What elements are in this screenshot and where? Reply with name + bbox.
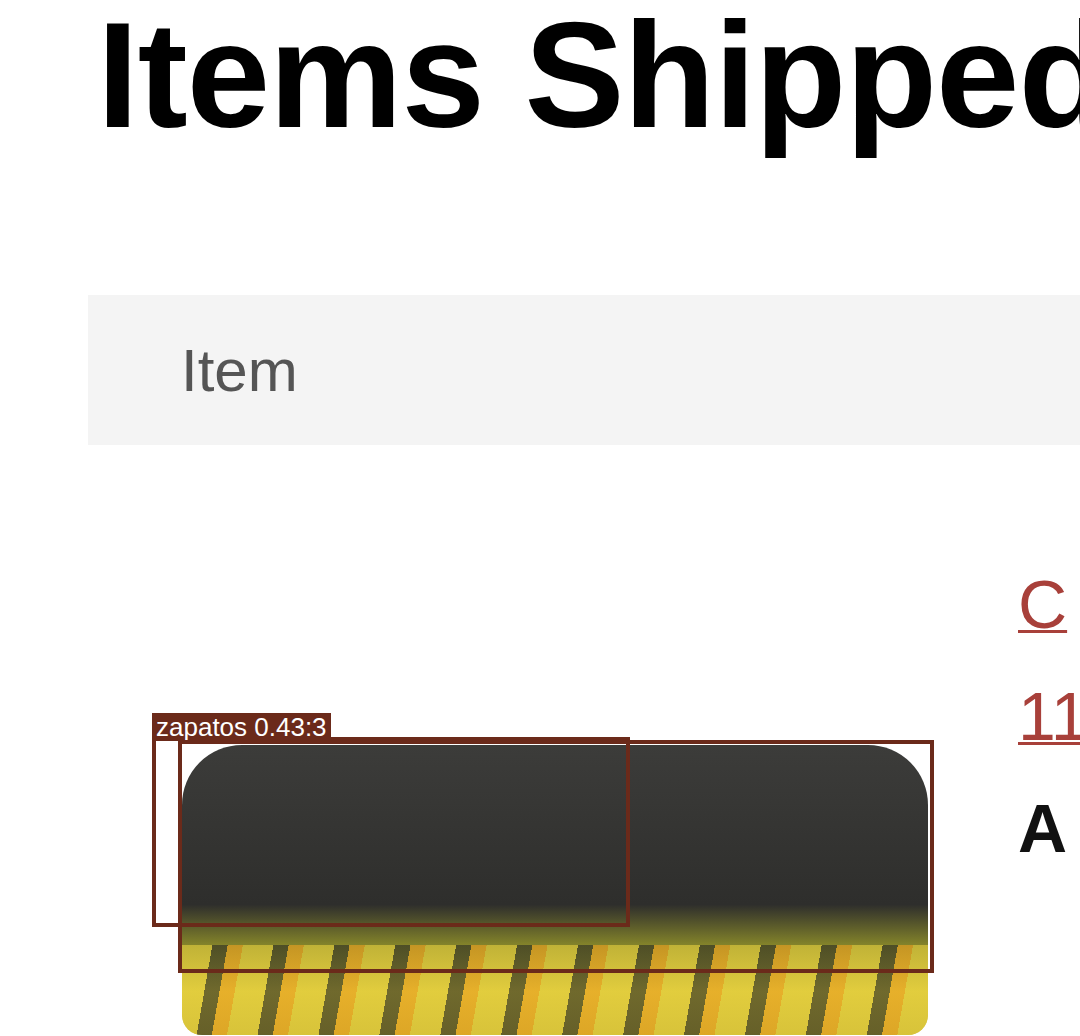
product-figure: zapatos 0.43:3 [152, 713, 932, 1036]
detection-box: zapatos 0.43:3 [152, 737, 630, 927]
detection-box [178, 740, 934, 973]
column-header: Item [181, 336, 298, 405]
item-row: zapatos 0.43:3 C 11 A [88, 445, 1080, 1036]
product-photo [182, 745, 928, 1035]
table-header: Item [88, 295, 1080, 445]
photo-shading [182, 945, 928, 1035]
item-note: A [1018, 787, 1080, 869]
page: Items Shipped Item zapatos 0.43:3 C 11 A [0, 0, 1080, 1036]
item-quantity[interactable]: 11 [1018, 675, 1080, 757]
page-heading: Items Shipped [88, 0, 1080, 150]
item-details: C 11 A [1018, 563, 1080, 869]
item-link[interactable]: C [1018, 563, 1080, 645]
detection-label: zapatos 0.43:3 [152, 713, 331, 741]
